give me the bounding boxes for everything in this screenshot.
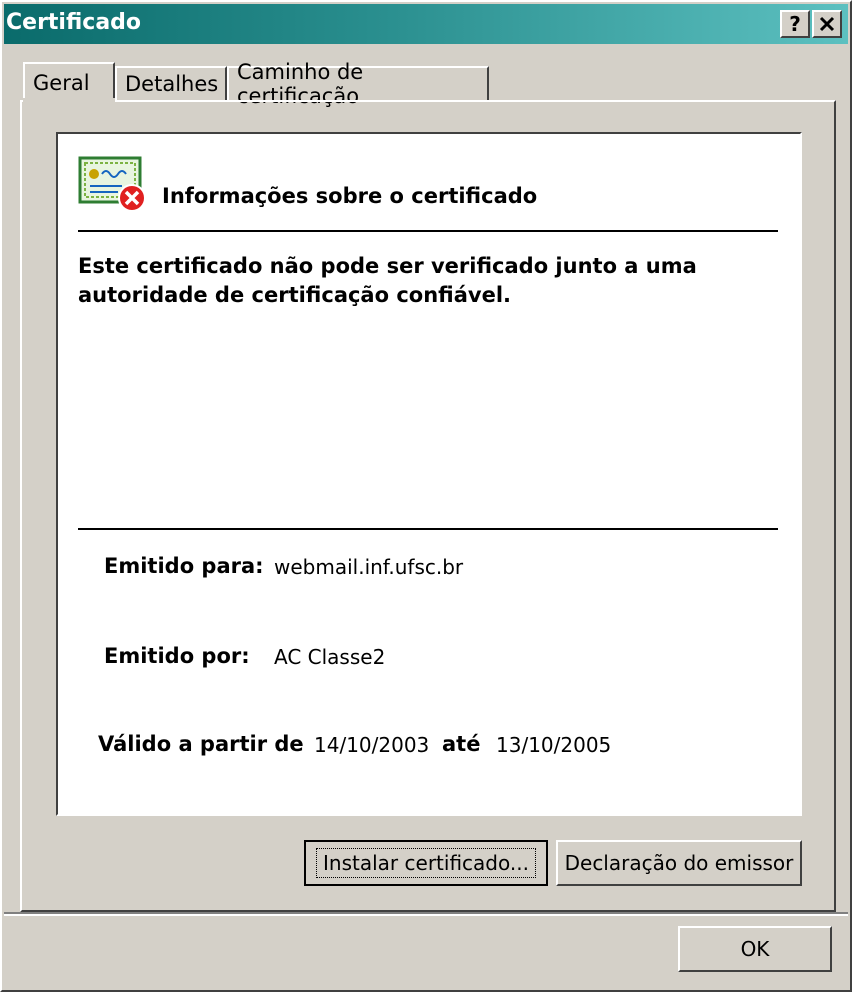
valid-to-value: 13/10/2005 (496, 733, 612, 757)
top-divider (78, 230, 778, 232)
bottom-separator (4, 912, 848, 916)
valid-from-value: 14/10/2003 (314, 733, 430, 757)
tab-detalhes-label: Detalhes (125, 72, 219, 96)
close-button[interactable] (812, 10, 842, 38)
ok-label: OK (740, 937, 770, 961)
tab-geral-label: Geral (33, 71, 90, 95)
issuer-statement-label: Declaração do emissor (564, 851, 794, 875)
valid-to-label: até (442, 732, 481, 756)
window-title: Certificado (6, 10, 142, 35)
title-bar[interactable]: Certificado ? (4, 4, 848, 44)
install-certificate-label: Instalar certificado... (316, 848, 536, 878)
ok-button[interactable]: OK (678, 926, 832, 972)
certificate-error-icon (78, 156, 150, 216)
close-icon (819, 16, 835, 32)
tab-caminho-de-certificacao[interactable]: Caminho de certificação (227, 60, 489, 108)
valid-from-label: Válido a partir de (98, 732, 304, 756)
issued-to-label: Emitido para: (104, 554, 264, 578)
certificate-info-panel: Informações sobre o certificado Este cer… (56, 132, 802, 816)
bottom-divider (78, 528, 778, 530)
info-heading: Informações sobre o certificado (162, 184, 538, 208)
tab-geral[interactable]: Geral (23, 62, 115, 102)
install-certificate-button[interactable]: Instalar certificado... (304, 840, 548, 886)
issued-to-value: webmail.inf.ufsc.br (274, 555, 464, 579)
error-message: Este certificado não pode ser verificado… (78, 254, 697, 307)
issuer-statement-button[interactable]: Declaração do emissor (556, 840, 802, 886)
tab-detalhes[interactable]: Detalhes (115, 66, 227, 100)
certificate-dialog: Certificado ? Geral Detalhes Caminho de … (0, 0, 852, 992)
issued-by-label: Emitido por: (104, 644, 250, 668)
issued-by-value: AC Classe2 (274, 645, 386, 669)
active-tab-joiner (23, 98, 115, 102)
help-button[interactable]: ? (780, 10, 810, 38)
